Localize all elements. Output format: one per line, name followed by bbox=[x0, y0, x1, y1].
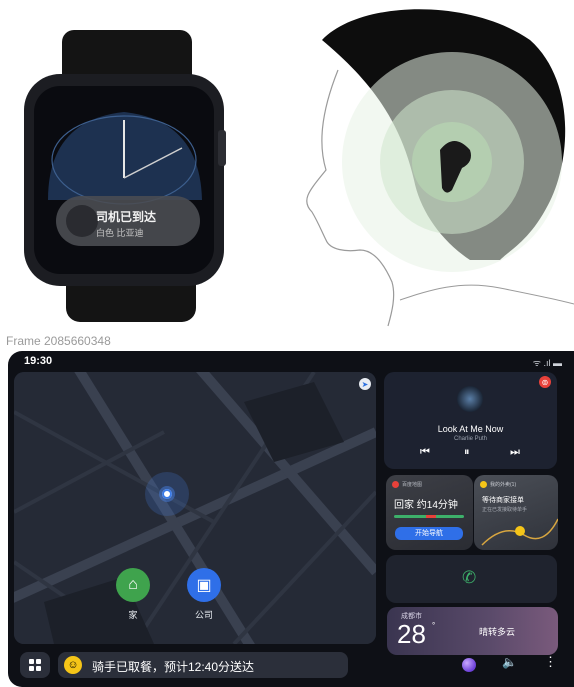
traffic-congestion bbox=[426, 515, 436, 518]
dock-bar: ☺ 骑手已取餐，预计12:40分送达 🔈 ⋮ bbox=[8, 647, 574, 687]
delivery-status: 等待商家接单 bbox=[482, 497, 524, 504]
start-navigation-button[interactable]: 开始导航 bbox=[395, 527, 463, 540]
navigation-card[interactable]: 百度地图 回家 约14分钟 开始导航 bbox=[386, 475, 473, 550]
place-home[interactable]: ⌂ bbox=[116, 568, 150, 602]
watch-notification-subtitle: 白色 比亚迪 bbox=[96, 228, 144, 238]
phone-icon[interactable]: ✆ bbox=[462, 568, 476, 588]
delivery-notice-text: 骑手已取餐，预计12:40分送达 bbox=[92, 660, 255, 674]
status-bar: 19:30 ᯤ .ıl ▬ bbox=[8, 351, 574, 371]
album-art bbox=[457, 386, 483, 412]
place-work-label: 公司 bbox=[194, 610, 213, 620]
music-source-icon: ⊚ bbox=[539, 376, 551, 388]
weather-condition: 晴转多云 bbox=[479, 627, 516, 637]
shoulder-line bbox=[399, 284, 574, 305]
compass-icon[interactable]: ➤ bbox=[359, 378, 371, 390]
current-location-dot bbox=[162, 489, 172, 499]
pause-icon[interactable]: ⏸ bbox=[464, 446, 470, 459]
weather-degree: ° bbox=[432, 621, 436, 630]
delivery-detail: 正在已发接取待单手 bbox=[482, 507, 528, 513]
nav-destination: 回家 约14分钟 bbox=[394, 500, 458, 511]
song-title: Look At Me Now bbox=[437, 424, 504, 434]
phone-card[interactable]: ✆ bbox=[386, 555, 557, 603]
watch-crown bbox=[218, 130, 226, 166]
song-artist: Charlie Puth bbox=[453, 436, 488, 442]
watch-notification-title: 司机已到达 bbox=[96, 210, 157, 224]
product-showcase: 司机已到达 白色 比亚迪 bbox=[0, 0, 574, 328]
status-time: 19:30 bbox=[24, 355, 53, 367]
apps-button[interactable] bbox=[20, 652, 50, 678]
weather-temperature: 28 bbox=[397, 619, 426, 649]
next-icon[interactable]: ⏭ bbox=[510, 446, 520, 459]
status-icons: ᯤ .ıl ▬ bbox=[532, 358, 562, 368]
music-card[interactable]: ⊚ Look At Me Now Charlie Puth ⏮ ⏸ ⏭ bbox=[384, 372, 557, 469]
delivery-app-name: 我的外卖(1) bbox=[490, 482, 517, 488]
volume-icon[interactable]: 🔈 bbox=[502, 655, 517, 669]
more-icon[interactable]: ⋮ bbox=[544, 654, 557, 670]
previous-icon[interactable]: ⏮ bbox=[420, 446, 430, 459]
delivery-notice[interactable]: ☺ 骑手已取餐，预计12:40分送达 bbox=[58, 652, 348, 678]
home-icon: ⌂ bbox=[116, 568, 150, 602]
place-home-label: 家 bbox=[128, 610, 138, 620]
delivery-card[interactable]: 我的外卖(1) 等待商家接单 正在已发接取待单手 bbox=[474, 475, 558, 550]
voice-assistant-icon[interactable] bbox=[462, 658, 476, 672]
briefcase-icon: ▣ bbox=[187, 568, 221, 602]
frame-label: Frame 2085660348 bbox=[6, 334, 111, 348]
product-illustrations bbox=[24, 9, 574, 327]
grid-icon bbox=[29, 659, 41, 671]
map-view[interactable]: ➤ ⌂ 家 ▣ 公司 bbox=[14, 372, 376, 644]
car-display: 19:30 ᯤ .ıl ▬ ➤ ⌂ 家 ▣ 公司 ⊚ Look At Me No… bbox=[8, 351, 574, 687]
baidu-map-icon bbox=[392, 481, 399, 488]
nav-app-name: 百度地图 bbox=[402, 482, 423, 488]
place-work[interactable]: ▣ bbox=[187, 568, 221, 602]
delivery-app-icon bbox=[480, 481, 487, 488]
rider-icon: ☺ bbox=[64, 656, 82, 674]
delivery-route bbox=[481, 518, 558, 546]
map-roads bbox=[14, 372, 376, 644]
